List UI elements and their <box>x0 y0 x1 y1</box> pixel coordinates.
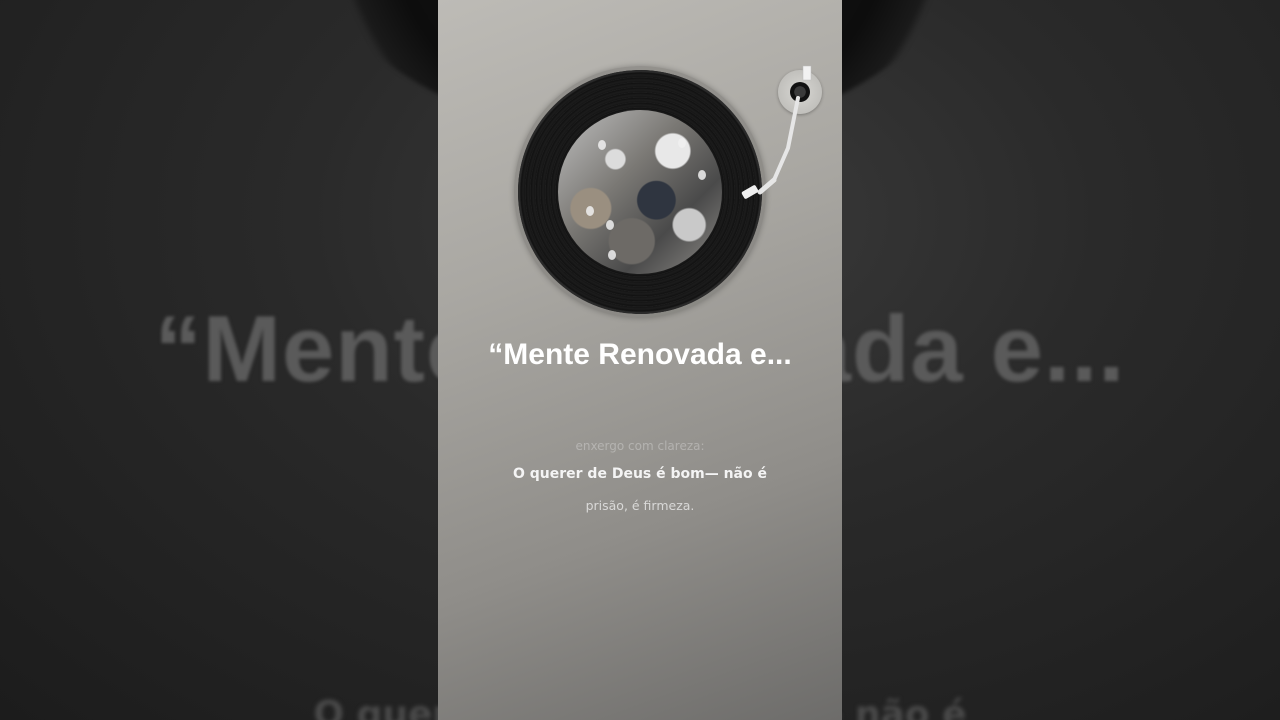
lyric-previous-line: enxergo com clareza: <box>575 439 705 453</box>
vinyl-grooves <box>518 70 762 314</box>
player-panel: “Mente Renovada e... enxergo com clareza… <box>438 0 842 720</box>
lyric-current-line: O querer de Deus é bom— não é <box>513 466 767 482</box>
cover-detail <box>586 206 594 216</box>
cover-detail <box>598 140 606 150</box>
tonearm-pivot <box>790 82 810 102</box>
cover-detail <box>606 220 614 230</box>
tonearm-base <box>778 70 822 114</box>
album-cover <box>558 110 722 274</box>
cover-detail <box>678 138 686 148</box>
vinyl-record-icon[interactable] <box>514 66 766 318</box>
cover-detail <box>608 250 616 260</box>
cover-detail <box>698 170 706 180</box>
song-title: “Mente Renovada e... <box>488 338 792 371</box>
lyric-next-line: prisão, é firmeza. <box>585 498 695 513</box>
